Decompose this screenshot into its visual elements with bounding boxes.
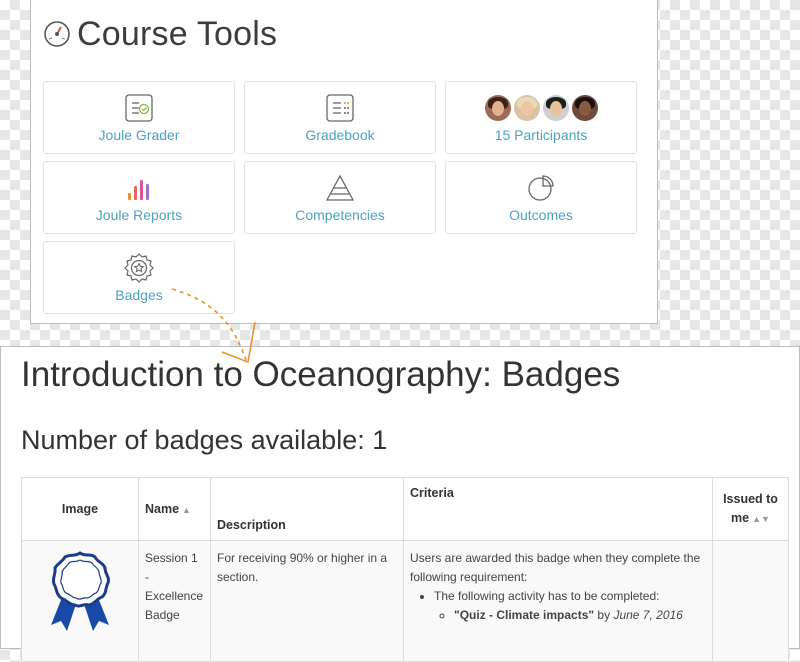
badges-table: Image Name ▲ Description Criteria Issued … [21, 477, 789, 662]
grader-icon [125, 94, 153, 122]
sort-asc-icon: ▲ [182, 505, 191, 515]
pie-chart-icon [528, 175, 554, 201]
table-header-row: Image Name ▲ Description Criteria Issued … [21, 477, 789, 541]
participant-avatars [484, 93, 598, 123]
header-image: Image [21, 477, 139, 541]
avatar [513, 95, 540, 121]
tile-joule-grader[interactable]: Joule Grader [43, 81, 235, 154]
ribbon-badge-image [51, 551, 110, 631]
page-title: Introduction to Oceanography: Badges [21, 355, 621, 394]
badges-page-panel: Introduction to Oceanography: Badges Num… [0, 346, 800, 662]
avatar [484, 95, 511, 121]
header-description: Description [210, 477, 404, 541]
tile-joule-reports[interactable]: Joule Reports [43, 161, 235, 234]
tile-label-joule-reports: Joule Reports [95, 207, 183, 223]
pyramid-icon [325, 174, 355, 201]
avatar [542, 95, 569, 121]
gradebook-icon [326, 94, 354, 122]
list-item: The following activity has to be complet… [434, 587, 706, 625]
tile-badges[interactable]: Badges [43, 241, 235, 314]
list-item: "Quiz - Climate impacts" by June 7, 2016 [454, 606, 706, 625]
tile-participants[interactable]: 15 Participants [445, 81, 637, 154]
badge-name-cell: Session 1 - Excellence Badge [138, 540, 211, 662]
avatar [571, 95, 598, 121]
badge-criteria-cell: Users are awarded this badge when they c… [403, 540, 713, 662]
table-row: Session 1 - Excellence Badge For receivi… [21, 540, 789, 662]
badge-icon [124, 253, 154, 283]
course-tools-header: Course Tools [43, 12, 277, 56]
tile-competencies[interactable]: Competencies [244, 161, 436, 234]
badge-count-heading: Number of badges available: 1 [21, 425, 388, 455]
tile-label-outcomes: Outcomes [509, 207, 573, 223]
badge-image-cell [21, 540, 139, 662]
sort-both-icon: ▲▼ [752, 513, 770, 524]
tile-label-participants: 15 Participants [494, 127, 588, 143]
header-criteria: Criteria [403, 477, 713, 541]
course-tools-panel: Course Tools Joule Grader Gradebook 15 P… [30, 0, 658, 324]
tile-label-competencies: Competencies [295, 207, 385, 223]
tile-gradebook[interactable]: Gradebook [244, 81, 436, 154]
tile-label-joule-grader: Joule Grader [98, 127, 180, 143]
activity-link[interactable]: "Quiz - Climate impacts" [454, 608, 594, 622]
criteria-list: The following activity has to be complet… [410, 587, 706, 625]
tile-label-badges: Badges [115, 287, 163, 303]
gauge-icon [44, 21, 70, 47]
bar-chart-icon [128, 180, 149, 200]
issued-to-me-cell [712, 540, 789, 662]
header-issued-to-me[interactable]: Issued to me ▲▼ [712, 477, 789, 541]
badge-description-cell: For receiving 90% or higher in a section… [210, 540, 404, 662]
header-name[interactable]: Name ▲ [138, 477, 211, 541]
course-tools-title: Course Tools [77, 14, 278, 53]
tile-outcomes[interactable]: Outcomes [445, 161, 637, 234]
tile-label-gradebook: Gradebook [305, 127, 375, 143]
